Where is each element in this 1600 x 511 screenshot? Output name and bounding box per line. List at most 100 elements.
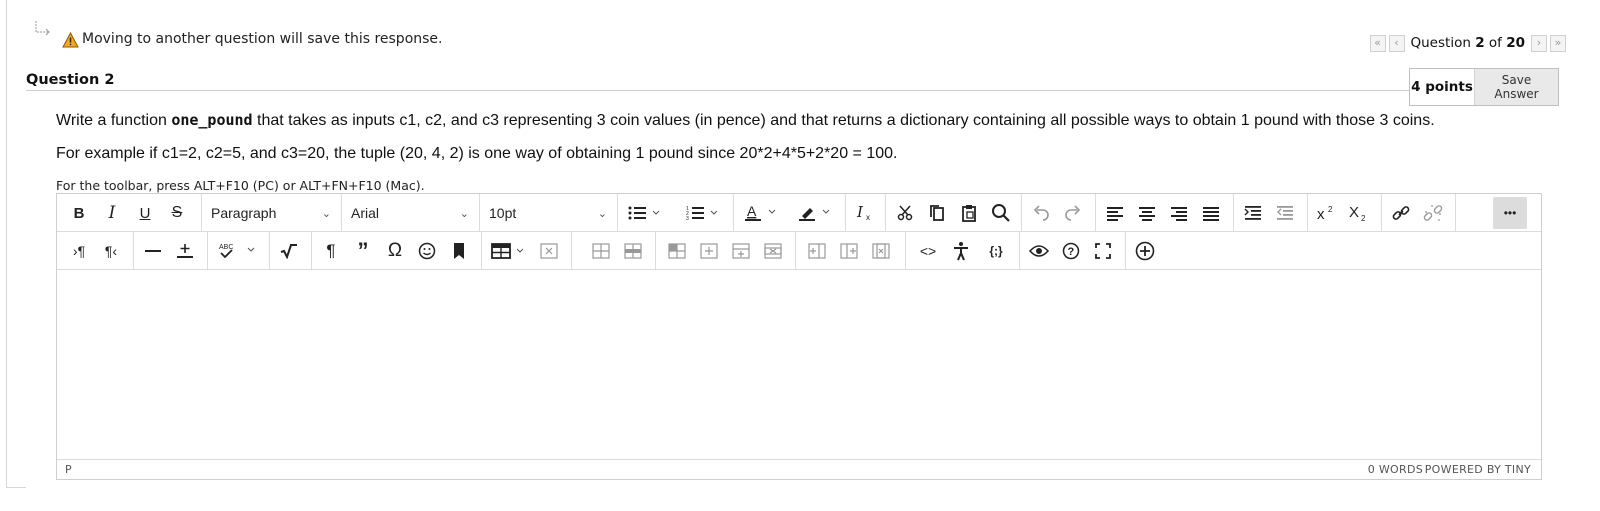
highlighter-icon (799, 208, 830, 221)
toolbar-separator (655, 232, 656, 269)
plus-circle-icon (1135, 241, 1155, 261)
svg-text:3: 3 (686, 216, 689, 221)
scissors-icon (897, 205, 913, 221)
question-counter: Question 2 of 20 (1411, 35, 1526, 51)
highlight-color-button[interactable] (793, 199, 837, 227)
table-cell-icon (668, 243, 686, 259)
undo-icon (1033, 205, 1049, 221)
outdent-button[interactable] (1271, 199, 1299, 227)
insert-column-before-button[interactable] (803, 237, 831, 265)
remove-link-button[interactable] (1419, 199, 1447, 227)
delete-column-button[interactable] (867, 237, 895, 265)
insert-table-button[interactable] (487, 237, 531, 265)
table-grid-icon (592, 243, 610, 259)
math-equation-button[interactable] (275, 237, 303, 265)
table-properties-button[interactable] (587, 237, 615, 265)
eye-icon (1029, 245, 1049, 257)
emoticons-button[interactable] (413, 237, 441, 265)
fullscreen-button[interactable] (1089, 237, 1117, 265)
editor-content-area[interactable] (57, 271, 1541, 460)
clear-formatting-button[interactable]: Ix (851, 199, 877, 227)
font-size-select[interactable]: 10pt ⌄ (485, 199, 611, 227)
previous-question-button[interactable]: ‹ (1388, 34, 1405, 52)
more-tools-button[interactable]: ••• (1493, 197, 1527, 229)
insert-row-after-button[interactable] (727, 237, 755, 265)
points-panel: 4 points Save Answer (1409, 68, 1559, 106)
align-right-button[interactable] (1165, 199, 1193, 227)
spellcheck-button[interactable]: ABC (213, 237, 263, 265)
table-insert-row-icon (700, 243, 718, 259)
question-counter-prefix: Question (1410, 35, 1471, 51)
code-sample-button[interactable]: {;} (979, 237, 1013, 265)
strikethrough-button[interactable]: S (163, 199, 191, 227)
word-count[interactable]: 0 WORDS (1368, 463, 1423, 476)
search-icon (992, 204, 1010, 222)
preview-button[interactable] (1025, 237, 1053, 265)
add-content-button[interactable] (1131, 237, 1159, 265)
next-question-button[interactable]: › (1531, 34, 1547, 52)
table-row-properties-button[interactable] (619, 237, 647, 265)
element-path[interactable]: P (65, 463, 72, 476)
subscript-button[interactable]: X2 (1345, 199, 1373, 227)
horizontal-line-button[interactable] (139, 237, 167, 265)
delete-table-button[interactable] (535, 237, 563, 265)
text-color-button[interactable]: A (739, 199, 783, 227)
table-cell-properties-button[interactable] (663, 237, 691, 265)
bullet-list-button[interactable] (623, 199, 667, 227)
toolbar-separator (201, 194, 202, 231)
special-character-button[interactable]: Ω (381, 237, 409, 265)
delete-row-button[interactable] (759, 237, 787, 265)
redo-button[interactable] (1059, 199, 1087, 227)
superscript-button[interactable]: x2 (1313, 199, 1341, 227)
braces-icon: {;} (989, 244, 1003, 258)
paragraph-mark-button[interactable]: ¶ (317, 237, 345, 265)
find-replace-button[interactable] (987, 199, 1015, 227)
insert-column-after-button[interactable] (835, 237, 863, 265)
align-center-icon (1139, 207, 1155, 221)
ltr-button[interactable]: ›¶ (65, 237, 93, 265)
table-insert-column-after-icon (840, 243, 858, 259)
align-justify-button[interactable] (1197, 199, 1225, 227)
align-center-button[interactable] (1133, 199, 1161, 227)
underline-button[interactable]: U (131, 199, 159, 227)
align-left-button[interactable] (1101, 199, 1129, 227)
block-format-select[interactable]: Paragraph ⌄ (207, 199, 335, 227)
first-question-button[interactable]: « (1369, 34, 1386, 52)
rtl-button[interactable]: ¶‹ (97, 237, 125, 265)
last-question-button[interactable]: » (1550, 34, 1566, 52)
toolbar-separator (1019, 232, 1020, 269)
source-code-button[interactable]: <> (913, 237, 943, 265)
question-counter-total: 20 (1506, 35, 1525, 51)
accessibility-checker-button[interactable] (947, 237, 975, 265)
function-name-code: one_pound (171, 111, 253, 129)
paste-button[interactable] (955, 199, 983, 227)
copy-button[interactable] (923, 199, 951, 227)
numbered-list-button[interactable]: 123 (681, 199, 725, 227)
powered-by-link[interactable]: POWERED BY TINY (1425, 463, 1531, 476)
save-answer-button[interactable]: Save Answer (1474, 69, 1558, 105)
toolbar-separator (341, 194, 342, 231)
undo-button[interactable] (1027, 199, 1055, 227)
question-text-1-a: Write a function (56, 112, 172, 129)
save-notice: Moving to another question will save thi… (82, 31, 443, 47)
help-button[interactable]: ? (1057, 237, 1085, 265)
font-size-value: 10pt (489, 205, 517, 221)
insert-link-button[interactable] (1387, 199, 1415, 227)
question-nav: « ‹ Question 2 of 20 › » (1369, 34, 1566, 52)
anchor-button[interactable] (445, 237, 473, 265)
svg-text:I: I (856, 204, 864, 221)
blockquote-button[interactable]: ” (349, 237, 377, 265)
italic-button[interactable]: I (99, 199, 125, 227)
quote-icon: ” (357, 238, 369, 263)
cut-button[interactable] (891, 199, 919, 227)
indent-button[interactable] (1239, 199, 1267, 227)
font-family-select[interactable]: Arial ⌄ (347, 199, 473, 227)
plus-minus-button[interactable] (171, 237, 199, 265)
toolbar-separator (1455, 194, 1456, 231)
numbered-list-icon: 123 (686, 206, 718, 221)
toolbar-separator (1307, 194, 1308, 231)
toolbar-hint: For the toolbar, press ALT+F10 (PC) or A… (56, 178, 425, 193)
insert-row-before-button[interactable] (695, 237, 723, 265)
bold-button[interactable]: B (65, 199, 93, 227)
outdent-icon (1277, 206, 1293, 220)
